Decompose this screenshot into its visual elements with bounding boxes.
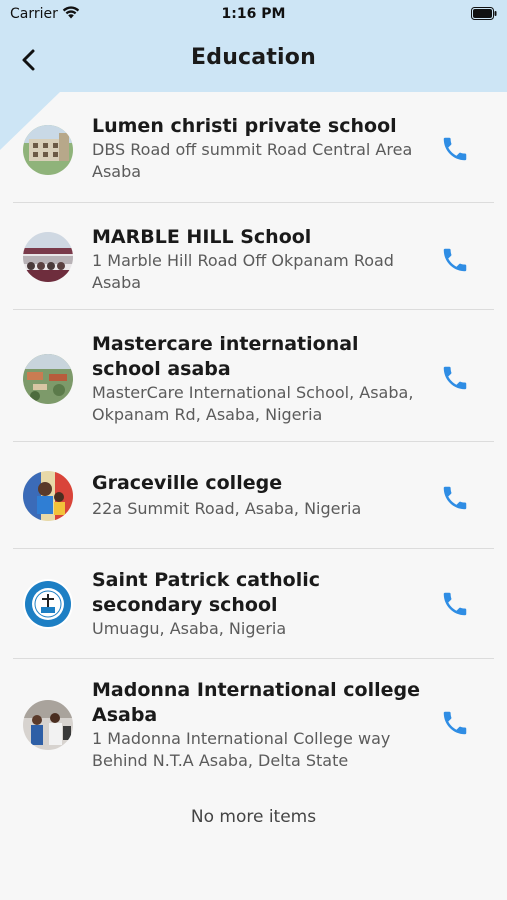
phone-icon[interactable] xyxy=(440,483,470,513)
school-avatar xyxy=(23,471,73,521)
school-name: Lumen christi private school xyxy=(92,115,397,137)
phone-icon[interactable] xyxy=(440,589,470,619)
school-name: Madonna International college Asaba xyxy=(92,679,420,726)
end-of-list-message: No more items xyxy=(190,807,317,827)
school-avatar xyxy=(23,354,73,404)
school-address: 1 Marble Hill Road Off Okpanam Road Asab… xyxy=(92,251,394,292)
school-list: Lumen christi private school DBS Road of… xyxy=(0,92,507,785)
phone-icon[interactable] xyxy=(440,708,470,738)
navigation-bar: Education xyxy=(0,38,507,82)
school-address: 22a Summit Road, Asaba, Nigeria xyxy=(92,499,362,518)
school-name: MARBLE HILL School xyxy=(92,226,312,248)
phone-icon[interactable] xyxy=(440,245,470,275)
list-item[interactable]: Saint Patrick catholic secondary school … xyxy=(0,549,507,659)
list-item[interactable]: MARBLE HILL School 1 Marble Hill Road Of… xyxy=(0,203,507,310)
phone-icon[interactable] xyxy=(440,134,470,164)
school-name: Saint Patrick catholic secondary school xyxy=(92,569,320,616)
school-avatar xyxy=(23,700,73,750)
school-address: 1 Madonna International College way Behi… xyxy=(92,729,391,770)
list-item[interactable]: Lumen christi private school DBS Road of… xyxy=(0,92,507,203)
clock-label: 1:16 PM xyxy=(221,6,286,22)
list-item[interactable]: Mastercare international school asaba Ma… xyxy=(0,310,507,442)
school-avatar xyxy=(23,125,73,175)
list-item[interactable]: Graceville college 22a Summit Road, Asab… xyxy=(0,442,507,549)
school-address: DBS Road off summit Road Central Area As… xyxy=(92,140,413,181)
status-bar: Carrier 1:16 PM xyxy=(0,0,507,28)
phone-icon[interactable] xyxy=(440,363,470,393)
school-address: Umuagu, Asaba, Nigeria xyxy=(92,619,287,638)
school-name: Mastercare international school asaba xyxy=(92,333,359,380)
page-title: Education xyxy=(191,45,316,70)
school-address: MasterCare International School, Asaba, … xyxy=(92,383,414,424)
battery-icon xyxy=(471,7,497,20)
school-avatar xyxy=(23,232,73,282)
list-item[interactable]: Madonna International college Asaba 1 Ma… xyxy=(0,659,507,785)
school-name: Graceville college xyxy=(92,472,283,494)
school-avatar xyxy=(23,579,73,629)
